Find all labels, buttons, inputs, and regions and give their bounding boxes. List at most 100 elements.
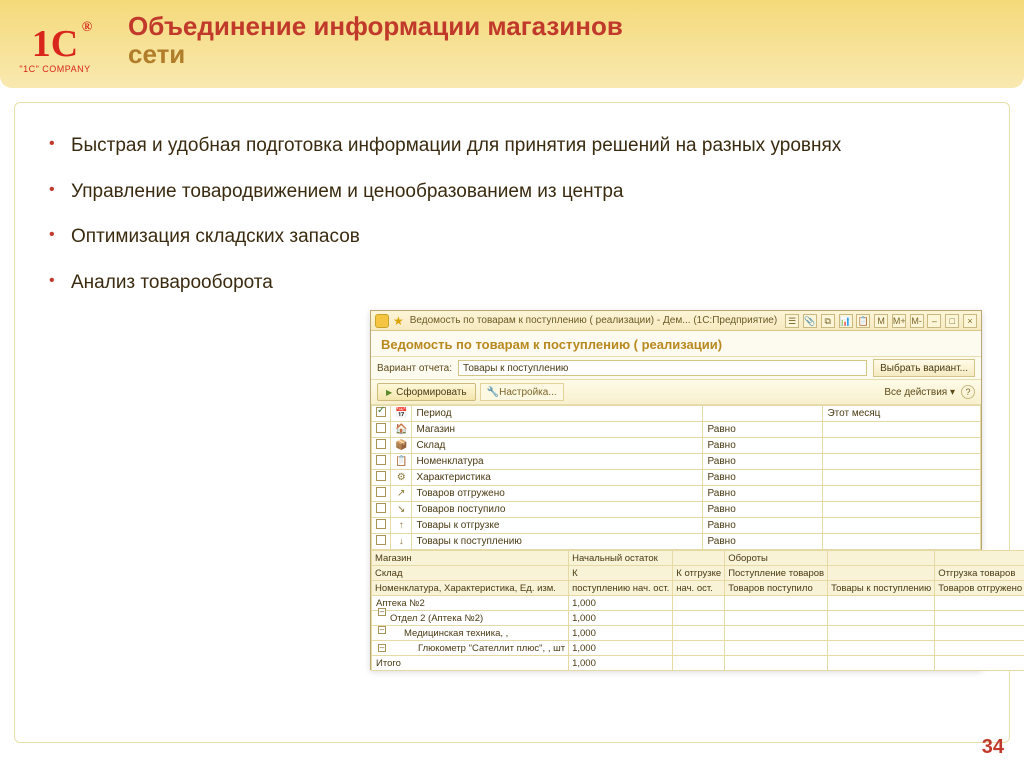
filter-row[interactable]: ⚙ХарактеристикаРавно xyxy=(372,470,981,486)
logo: 1C® "1C" COMPANY xyxy=(0,0,110,88)
report-table: МагазинНачальный остатокОборотыКСкладКК … xyxy=(371,550,1024,671)
tree-expand-handles[interactable]: ––– xyxy=(378,608,398,663)
filter-label: Товары к отгрузке xyxy=(412,518,703,534)
filter-icon: ↑ xyxy=(391,518,412,534)
minimize-icon[interactable]: – xyxy=(927,314,941,328)
report-header: Начальный остаток xyxy=(569,551,673,566)
report-header: нач. ост. xyxy=(673,581,725,596)
filter-value[interactable]: Этот месяц xyxy=(823,406,981,422)
filter-icon: 📦 xyxy=(391,438,412,454)
filter-value[interactable] xyxy=(823,534,981,550)
window-title: Ведомость по товарам к поступлению ( реа… xyxy=(410,315,784,326)
filter-label: Магазин xyxy=(412,422,703,438)
tb-btn[interactable]: ☰ xyxy=(785,314,799,328)
filter-row[interactable]: ↑Товары к отгрузкеРавно xyxy=(372,518,981,534)
report-row[interactable]: Глюкометр "Сателлит плюс", , шт1,000 xyxy=(372,641,1024,656)
report-row[interactable]: Отдел 2 (Аптека №2)1,000 xyxy=(372,611,1024,626)
settings-button[interactable]: 🔧 Настройка... xyxy=(480,383,564,401)
filter-icon: ↗ xyxy=(391,486,412,502)
filter-table: 📅ПериодЭтот месяц🏠МагазинРавно📦СкладРавн… xyxy=(371,405,981,550)
filter-operator[interactable]: Равно xyxy=(703,454,823,470)
row-value: 1,000 xyxy=(569,641,673,656)
filter-icon: ↘ xyxy=(391,502,412,518)
star-icon[interactable]: ★ xyxy=(393,314,404,328)
tb-btn[interactable]: 📎 xyxy=(803,314,817,328)
report-header: Товаров поступило xyxy=(725,581,828,596)
filter-row[interactable]: ↗Товаров отгруженоРавно xyxy=(372,486,981,502)
report-header xyxy=(828,566,935,581)
filter-operator[interactable]: Равно xyxy=(703,470,823,486)
slide-title: Объединение информации магазинов xyxy=(128,12,623,42)
titlebar-buttons: ☰ 📎 ⧉ 📊 📋 M M+ M- – □ × xyxy=(784,314,977,328)
filter-operator[interactable]: Равно xyxy=(703,438,823,454)
filter-operator[interactable]: Равно xyxy=(703,486,823,502)
tb-btn[interactable]: 📋 xyxy=(856,314,870,328)
filter-row[interactable]: ↘Товаров поступилоРавно xyxy=(372,502,981,518)
filter-operator[interactable] xyxy=(703,406,823,422)
filter-label: Товары к поступлению xyxy=(412,534,703,550)
checkbox[interactable] xyxy=(376,519,386,529)
filter-operator[interactable]: Равно xyxy=(703,422,823,438)
filter-label: Характеристика xyxy=(412,470,703,486)
checkbox[interactable] xyxy=(376,487,386,497)
checkbox[interactable] xyxy=(376,455,386,465)
logo-mark: 1C® xyxy=(32,22,78,66)
filter-value[interactable] xyxy=(823,454,981,470)
filter-row[interactable]: 📅Период Этот месяц xyxy=(372,406,981,422)
filter-operator[interactable]: Равно xyxy=(703,518,823,534)
report-header: Товаров отгружено xyxy=(935,581,1024,596)
report-header: К xyxy=(569,566,673,581)
checkbox[interactable] xyxy=(376,503,386,513)
form-button[interactable]: Сформировать xyxy=(377,383,476,401)
report-row[interactable]: Итого1,000 xyxy=(372,656,1024,671)
filter-icon: 📅 xyxy=(391,406,412,422)
tb-btn-m[interactable]: M xyxy=(874,314,888,328)
filter-icon: 📋 xyxy=(391,454,412,470)
filter-operator[interactable]: Равно xyxy=(703,502,823,518)
report-header: Номенклатура, Характеристика, Ед. изм. xyxy=(372,581,569,596)
select-variant-button[interactable]: Выбрать вариант... xyxy=(873,359,975,377)
filter-value[interactable] xyxy=(823,486,981,502)
row-label: Глюкометр "Сателлит плюс", , шт xyxy=(372,641,569,656)
filter-value[interactable] xyxy=(823,518,981,534)
report-header: К отгрузке xyxy=(673,566,725,581)
filter-label: Период xyxy=(412,406,703,422)
all-actions-menu[interactable]: Все действия ▾ xyxy=(884,387,955,398)
row-value: 1,000 xyxy=(569,626,673,641)
tb-btn[interactable]: 📊 xyxy=(839,314,853,328)
help-icon[interactable]: ? xyxy=(961,385,975,399)
filter-icon: ↓ xyxy=(391,534,412,550)
tb-btn-mm[interactable]: M- xyxy=(910,314,924,328)
tb-btn-mp[interactable]: M+ xyxy=(892,314,906,328)
close-icon[interactable]: × xyxy=(963,314,977,328)
report-row[interactable]: Аптека №21,000 xyxy=(372,596,1024,611)
filter-label: Номенклатура xyxy=(412,454,703,470)
filter-row[interactable]: 📦СкладРавно xyxy=(372,438,981,454)
filter-value[interactable] xyxy=(823,470,981,486)
checkbox[interactable] xyxy=(376,471,386,481)
checkbox[interactable] xyxy=(376,407,386,417)
variant-input[interactable] xyxy=(458,360,867,376)
filter-operator[interactable]: Равно xyxy=(703,534,823,550)
checkbox[interactable] xyxy=(376,423,386,433)
filter-row[interactable]: 🏠МагазинРавно xyxy=(372,422,981,438)
report-header: Магазин xyxy=(372,551,569,566)
checkbox[interactable] xyxy=(376,535,386,545)
filter-value[interactable] xyxy=(823,502,981,518)
checkbox[interactable] xyxy=(376,439,386,449)
app-window: ★ Ведомость по товарам к поступлению ( р… xyxy=(370,310,982,670)
row-value: 1,000 xyxy=(569,611,673,626)
row-value: 1,000 xyxy=(569,596,673,611)
row-value: 1,000 xyxy=(569,656,673,671)
filter-row[interactable]: ↓Товары к поступлениюРавно xyxy=(372,534,981,550)
filter-value[interactable] xyxy=(823,438,981,454)
bullet-item: Оптимизация складских запасов xyxy=(41,224,987,250)
filter-row[interactable]: 📋НоменклатураРавно xyxy=(372,454,981,470)
maximize-icon[interactable]: □ xyxy=(945,314,959,328)
filter-label: Склад xyxy=(412,438,703,454)
report-row[interactable]: Медицинская техника, ,1,000 xyxy=(372,626,1024,641)
row-label: Итого xyxy=(372,656,569,671)
tb-btn[interactable]: ⧉ xyxy=(821,314,835,328)
bullet-item: Управление товародвижением и ценообразов… xyxy=(41,179,987,205)
filter-value[interactable] xyxy=(823,422,981,438)
